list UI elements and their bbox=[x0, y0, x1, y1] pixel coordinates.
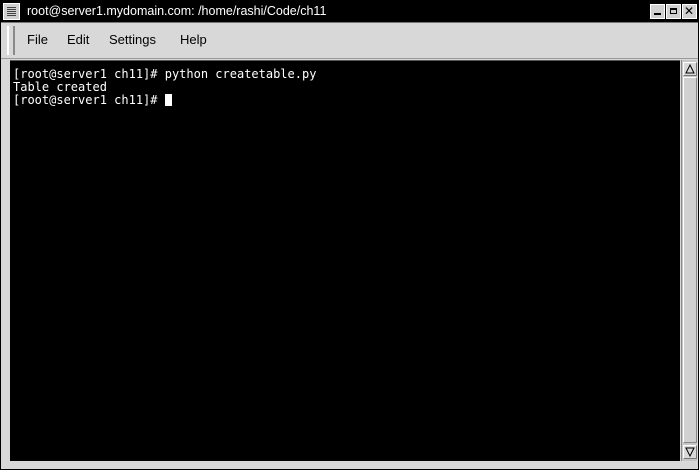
text-cursor bbox=[164, 94, 172, 106]
menu-help[interactable]: Help bbox=[180, 32, 207, 48]
menubar-grip-handle[interactable] bbox=[7, 26, 15, 55]
scroll-up-button[interactable] bbox=[683, 62, 697, 76]
vertical-scrollbar[interactable] bbox=[681, 60, 697, 461]
arrow-down-icon bbox=[685, 447, 695, 457]
window-bottom-frame bbox=[1, 461, 698, 469]
menu-edit[interactable]: Edit bbox=[67, 32, 89, 48]
terminal-prompt: [root@server1 ch11]# bbox=[13, 93, 165, 107]
terminal-prompt-line: [root@server1 ch11]# bbox=[13, 94, 172, 107]
terminal-output[interactable]: [root@server1 ch11]# python createtable.… bbox=[10, 60, 680, 461]
menu-bar: File Edit Settings Help bbox=[1, 23, 698, 59]
terminal-window: root@server1.mydomain.com: /home/rashi/C… bbox=[0, 0, 699, 470]
menu-file[interactable]: File bbox=[27, 32, 48, 48]
title-bar[interactable]: root@server1.mydomain.com: /home/rashi/C… bbox=[1, 1, 698, 23]
maximize-icon bbox=[670, 8, 677, 14]
window-title: root@server1.mydomain.com: /home/rashi/C… bbox=[27, 4, 327, 18]
maximize-button[interactable] bbox=[666, 4, 681, 19]
scrollbar-thumb[interactable] bbox=[683, 77, 697, 443]
minimize-button[interactable] bbox=[650, 4, 665, 19]
window-menu-icon[interactable] bbox=[3, 3, 20, 20]
close-icon: ✕ bbox=[684, 4, 695, 18]
close-button[interactable]: ✕ bbox=[682, 4, 697, 19]
minimize-icon bbox=[654, 13, 661, 15]
menu-settings[interactable]: Settings bbox=[109, 32, 156, 48]
arrow-up-icon bbox=[685, 64, 695, 74]
scroll-down-button[interactable] bbox=[683, 445, 697, 459]
